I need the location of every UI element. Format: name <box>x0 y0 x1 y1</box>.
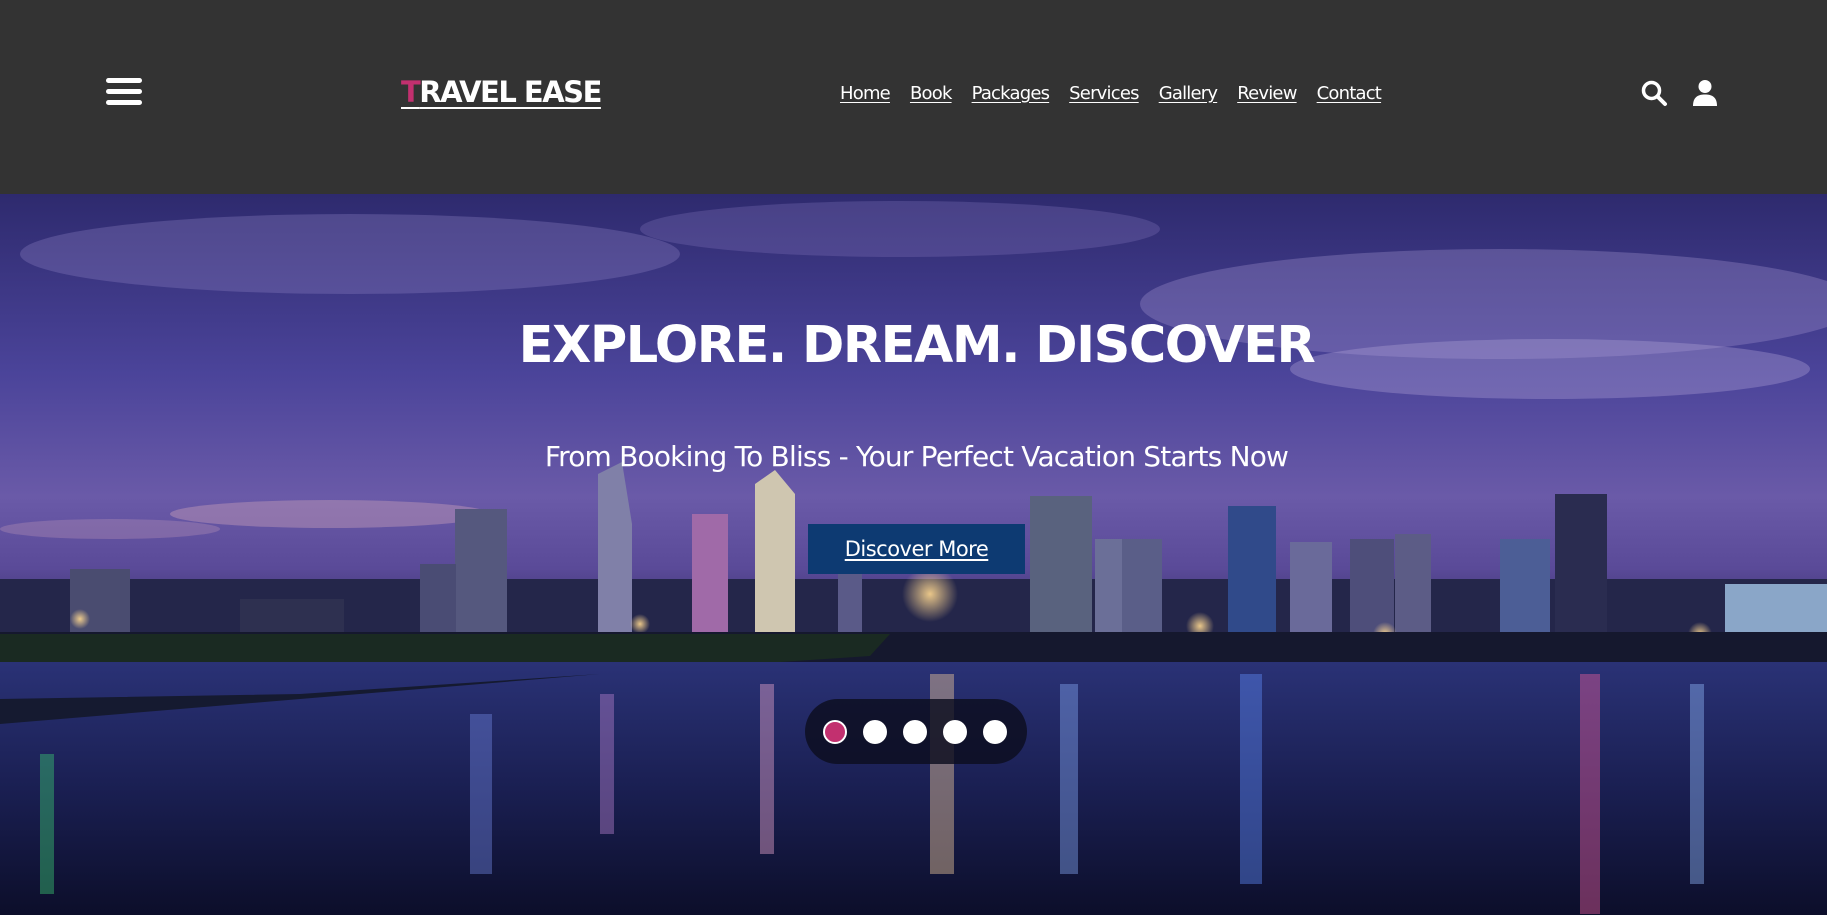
nav-link-services[interactable]: Services <box>1069 83 1139 104</box>
nav-link-home[interactable]: Home <box>840 83 891 104</box>
main-nav: Home Book Packages Services Gallery Revi… <box>840 83 1382 104</box>
user-icon[interactable] <box>1691 79 1719 107</box>
hero-subtitle: From Booking To Bliss - Your Perfect Vac… <box>544 440 1289 473</box>
hamburger-menu-icon[interactable] <box>106 76 142 108</box>
slider-pagination <box>805 699 1027 764</box>
slide-dot-5[interactable] <box>983 720 1007 744</box>
logo-text: RAVEL EASE <box>419 75 602 109</box>
slide-dot-4[interactable] <box>943 720 967 744</box>
nav-link-review[interactable]: Review <box>1237 83 1297 104</box>
nav-link-book[interactable]: Book <box>910 83 952 104</box>
logo-first-letter: T <box>401 75 421 109</box>
search-icon[interactable] <box>1640 79 1668 107</box>
hero-section: EXPLORE. DREAM. DISCOVER From Booking To… <box>0 194 1827 915</box>
slide-dot-1[interactable] <box>823 720 847 744</box>
slide-dot-3[interactable] <box>903 720 927 744</box>
site-header: TRAVEL EASE Home Book Packages Services … <box>0 0 1827 194</box>
nav-link-contact[interactable]: Contact <box>1317 83 1382 104</box>
nav-link-packages[interactable]: Packages <box>972 83 1050 104</box>
nav-link-gallery[interactable]: Gallery <box>1159 83 1218 104</box>
discover-more-button[interactable]: Discover More <box>808 524 1025 574</box>
slide-dot-2[interactable] <box>863 720 887 744</box>
site-logo[interactable]: TRAVEL EASE <box>401 75 602 109</box>
hero-title: EXPLORE. DREAM. DISCOVER <box>518 316 1316 376</box>
